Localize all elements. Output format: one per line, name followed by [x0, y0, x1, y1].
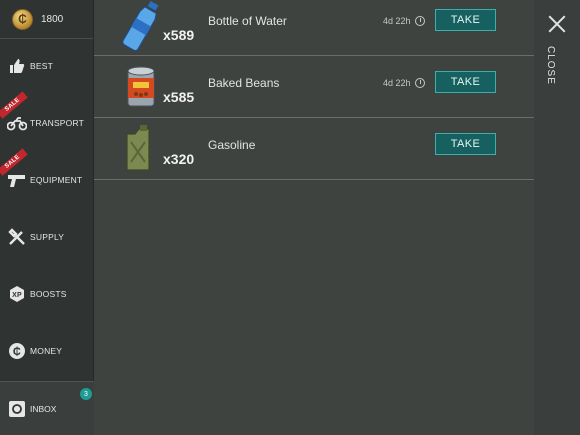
close-button[interactable]: CLOSE — [545, 46, 556, 85]
jerrycan-icon — [122, 122, 162, 176]
svg-text:XP: XP — [12, 292, 22, 299]
coin-balance-value: 1800 — [41, 13, 64, 25]
item-timer: 4d 22h — [383, 78, 425, 88]
sidebar-item-transport[interactable]: SALE TRANSPORT — [0, 91, 94, 151]
sidebar-item-label: EQUIPMENT — [30, 174, 83, 185]
coin-balance: ₵ 1800 — [0, 0, 93, 39]
clock-icon — [414, 16, 425, 26]
timer-text: 4d 22h — [383, 16, 411, 26]
sidebar-item-label: TRANSPORT — [30, 117, 85, 128]
item-name: Bottle of Water — [208, 14, 287, 28]
sidebar-item-label: BOOSTS — [30, 288, 67, 299]
coin-icon: ₵ — [12, 8, 33, 30]
take-button[interactable]: TAKE — [435, 9, 496, 31]
water-bottle-icon — [122, 0, 162, 52]
item-name: Gasoline — [208, 138, 256, 152]
sidebar-item-inbox[interactable]: INBOX 3 — [0, 381, 94, 435]
timer-text: 4d 22h — [383, 78, 411, 88]
bean-can-icon — [122, 60, 162, 114]
sidebar-item-label: MONEY — [30, 345, 63, 356]
sidebar-item-label: INBOX — [30, 403, 57, 414]
safe-icon — [7, 399, 27, 419]
item-quantity: x320 — [163, 151, 195, 167]
list-item: x320 Gasoline TAKE — [94, 118, 534, 180]
sidebar: ₵ 1800 BEST SALE TRANSPORT SALE EQUIPMEN… — [0, 0, 94, 435]
thumbs-up-icon — [7, 56, 27, 76]
motorcycle-icon — [7, 113, 27, 133]
inbox-list: x589 Bottle of Water 4d 22h TAKE x585 Ba… — [94, 0, 534, 435]
sidebar-item-best[interactable]: BEST — [0, 37, 94, 94]
sidebar-item-boosts[interactable]: XP BOOSTS — [0, 265, 94, 322]
sidebar-item-equipment[interactable]: SALE EQUIPMENT — [0, 148, 94, 208]
clock-icon — [414, 78, 425, 88]
item-timer: 4d 22h — [383, 16, 425, 26]
coin-icon: ₵ — [7, 341, 27, 361]
sidebar-item-label: SUPPLY — [30, 231, 65, 242]
pistol-icon — [7, 170, 27, 190]
take-button[interactable]: TAKE — [435, 133, 496, 155]
list-item: x585 Baked Beans 4d 22h TAKE — [94, 56, 534, 118]
close-icon[interactable] — [547, 14, 567, 34]
close-panel: CLOSE — [534, 0, 580, 435]
sidebar-item-supply[interactable]: SUPPLY — [0, 208, 94, 265]
xp-icon: XP — [7, 284, 27, 304]
item-quantity: x589 — [163, 27, 195, 43]
item-name: Baked Beans — [208, 76, 280, 90]
tools-icon — [7, 227, 27, 247]
inbox-count-badge: 3 — [80, 388, 92, 400]
take-button[interactable]: TAKE — [435, 71, 496, 93]
list-item: x589 Bottle of Water 4d 22h TAKE — [94, 0, 534, 56]
svg-text:₵: ₵ — [13, 346, 21, 358]
item-quantity: x585 — [163, 89, 195, 105]
sidebar-item-money[interactable]: ₵ MONEY — [0, 322, 94, 379]
sidebar-item-label: BEST — [30, 60, 54, 71]
